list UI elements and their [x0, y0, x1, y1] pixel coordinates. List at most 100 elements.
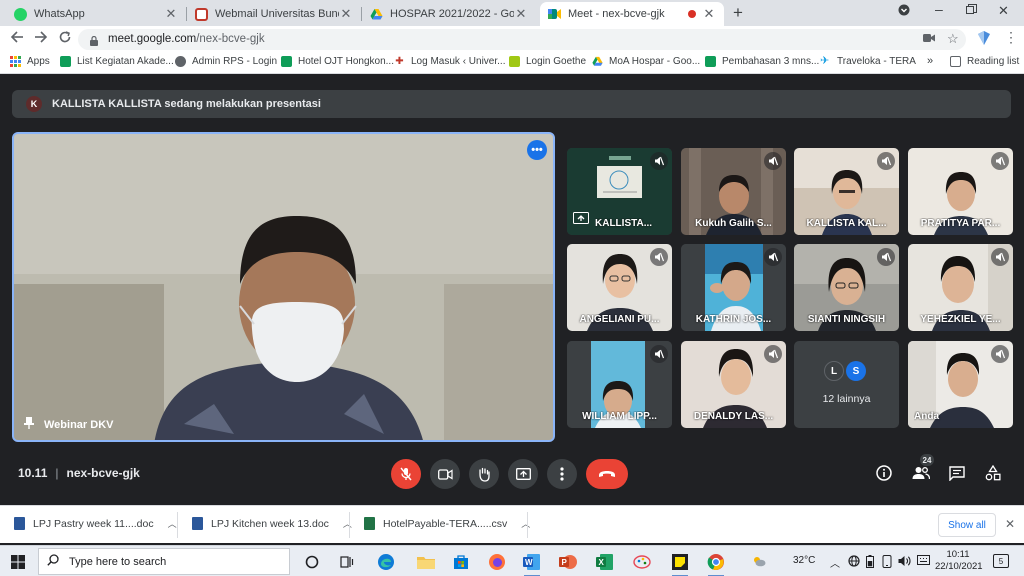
more-options-icon[interactable]: ••• — [527, 140, 547, 160]
close-tab-icon[interactable]: ✕ — [514, 6, 528, 22]
participant-name: PRATITYA PAR... — [920, 218, 1001, 229]
more-options-button[interactable] — [547, 459, 577, 489]
download-filename: LPJ Pastry week 11....doc — [33, 517, 154, 530]
participant-name: WILLIAM LIPP... — [582, 411, 657, 422]
participant-tile[interactable]: YEHEZKIEL YE... — [908, 244, 1013, 331]
participant-tile[interactable]: KATHRIN JOS... — [681, 244, 786, 331]
participant-tile[interactable]: SIANTI NINGSIH — [794, 244, 899, 331]
close-tab-icon[interactable]: ✕ — [702, 6, 716, 22]
chevron-up-icon[interactable]: ︿ — [168, 517, 177, 530]
muted-audio-icon — [991, 345, 1009, 363]
close-tab-icon[interactable]: ✕ — [164, 6, 178, 22]
bookmark-hotel-ojt[interactable]: Hotel OJT Hongkon... — [281, 56, 394, 67]
bookmark-admin-rps[interactable]: Admin RPS - Login — [175, 56, 277, 67]
bookmark-login-goethe[interactable]: Login Goethe — [509, 56, 586, 67]
recording-indicator-icon — [688, 10, 696, 18]
windows-start-icon[interactable] — [8, 552, 28, 572]
task-view-icon[interactable] — [337, 552, 357, 572]
participant-tile-self[interactable]: Anda — [908, 341, 1013, 428]
taskbar-search-box[interactable]: Type here to search — [38, 548, 290, 575]
close-window-icon[interactable]: ✕ — [998, 3, 1009, 19]
main-video-image — [14, 134, 553, 440]
chrome-icon[interactable] — [706, 552, 726, 576]
temperature-text[interactable]: 32°C — [793, 555, 815, 566]
camera-toggle-button[interactable] — [430, 459, 460, 489]
edge-icon[interactable] — [376, 552, 396, 572]
clock-time: 10:11 — [946, 549, 970, 560]
reload-icon[interactable] — [58, 30, 72, 47]
tab-whatsapp[interactable]: WhatsApp ✕ — [6, 2, 187, 26]
bookmark-log-masuk[interactable]: ✚ Log Masuk ‹ Univer... — [394, 56, 505, 67]
microphone-toggle-button[interactable] — [391, 459, 421, 489]
browser-menu-icon[interactable]: ⋮ — [1004, 29, 1018, 46]
tab-search-icon[interactable] — [898, 4, 910, 19]
participant-tile[interactable]: ANGELIANI PU... — [567, 244, 672, 331]
show-hidden-icons-icon[interactable]: ︿ — [830, 555, 840, 570]
main-video-tile[interactable]: ••• Webinar DKV — [12, 132, 555, 442]
close-downloads-icon[interactable]: ✕ — [1005, 517, 1015, 531]
speaker-icon[interactable] — [898, 555, 911, 570]
new-tab-button[interactable]: + — [733, 3, 743, 23]
battery-icon[interactable] — [866, 555, 874, 571]
download-item[interactable]: LPJ Pastry week 11....doc ︿ — [14, 517, 177, 530]
leave-call-button[interactable] — [586, 459, 628, 489]
more-bookmarks-button[interactable]: » — [927, 55, 933, 67]
bookmark-apps[interactable]: Apps — [10, 56, 50, 67]
weather-icon[interactable] — [752, 555, 766, 570]
sticky-notes-icon[interactable] — [670, 552, 690, 576]
close-tab-icon[interactable]: ✕ — [339, 6, 353, 22]
show-all-downloads-button[interactable]: Show all — [938, 513, 996, 537]
bookmark-list-kegiatan[interactable]: List Kegiatan Akade... — [60, 56, 174, 67]
pin-icon[interactable] — [24, 417, 34, 432]
paint-icon[interactable] — [632, 552, 652, 572]
participant-tile[interactable]: DENALDY LAS... — [681, 341, 786, 428]
reading-list-icon — [950, 56, 961, 67]
powerpoint-icon[interactable]: P — [558, 552, 578, 572]
keyboard-layout-icon[interactable] — [917, 555, 930, 568]
word-icon[interactable]: W — [522, 552, 542, 576]
chevron-up-icon[interactable]: ︿ — [521, 517, 530, 530]
bookmark-traveloka[interactable]: ✈ Traveloka - TERA — [820, 56, 916, 68]
participant-tile[interactable]: KALLISTA KAL... — [794, 148, 899, 235]
microsoft-store-icon[interactable] — [451, 552, 471, 572]
participant-tile-presentation[interactable]: KALLISTA... — [567, 148, 672, 235]
whatsapp-icon — [14, 7, 27, 21]
meeting-details-button[interactable] — [874, 463, 894, 483]
participant-tile[interactable]: PRATITYA PAR... — [908, 148, 1013, 235]
bookmark-moa-hospar[interactable]: MoA Hospar - Goo... — [592, 56, 700, 67]
firefox-icon[interactable] — [487, 552, 507, 572]
network-icon[interactable] — [848, 555, 860, 570]
address-bar[interactable]: meet.google.com/nex-bcve-gjk ☆ — [78, 29, 966, 50]
bookmark-pembahasan[interactable]: Pembahasan 3 mns... — [705, 56, 819, 67]
bookmark-label: Traveloka - TERA — [837, 56, 916, 67]
taskbar-clock[interactable]: 10:11 22/10/2021 — [935, 549, 983, 573]
phone-link-icon[interactable] — [882, 555, 892, 571]
bookmark-star-icon[interactable]: ☆ — [947, 31, 959, 47]
download-item[interactable]: LPJ Kitchen week 13.doc ︿ — [192, 517, 352, 530]
chevron-up-icon[interactable]: ︿ — [343, 517, 352, 530]
extension-icon[interactable] — [976, 30, 992, 49]
chat-icon — [949, 465, 965, 481]
camera-in-use-icon[interactable] — [923, 32, 936, 46]
reading-list-button[interactable]: Reading list — [950, 56, 1019, 67]
tab-google-drive[interactable]: HOSPAR 2021/2022 - Google Dri ✕ — [362, 2, 536, 26]
raise-hand-button[interactable] — [469, 459, 499, 489]
activities-button[interactable] — [983, 463, 1003, 483]
file-explorer-icon[interactable] — [416, 552, 436, 572]
cortana-icon[interactable] — [302, 552, 322, 572]
participant-tile[interactable]: WILLIAM LIPP... — [567, 341, 672, 428]
tab-webmail[interactable]: Webmail Universitas Bunda Mulia ✕ — [187, 2, 362, 26]
restore-icon[interactable] — [966, 3, 977, 18]
participant-tile[interactable]: Kukuh Galih S... — [681, 148, 786, 235]
more-participants-tile[interactable]: L S 12 lainnya — [794, 341, 899, 428]
download-item[interactable]: HotelPayable-TERA.....csv ︿ — [364, 517, 530, 530]
excel-icon[interactable]: X — [595, 552, 615, 572]
forward-icon[interactable] — [34, 30, 48, 47]
notifications-button[interactable]: 5 — [993, 554, 1009, 568]
chat-button[interactable] — [947, 463, 967, 483]
minimize-icon[interactable]: – — [935, 1, 943, 17]
show-everyone-button[interactable] — [911, 463, 931, 483]
back-icon[interactable] — [10, 30, 24, 47]
present-now-button[interactable] — [508, 459, 538, 489]
tab-google-meet[interactable]: Meet - nex-bcve-gjk ✕ — [540, 2, 724, 26]
